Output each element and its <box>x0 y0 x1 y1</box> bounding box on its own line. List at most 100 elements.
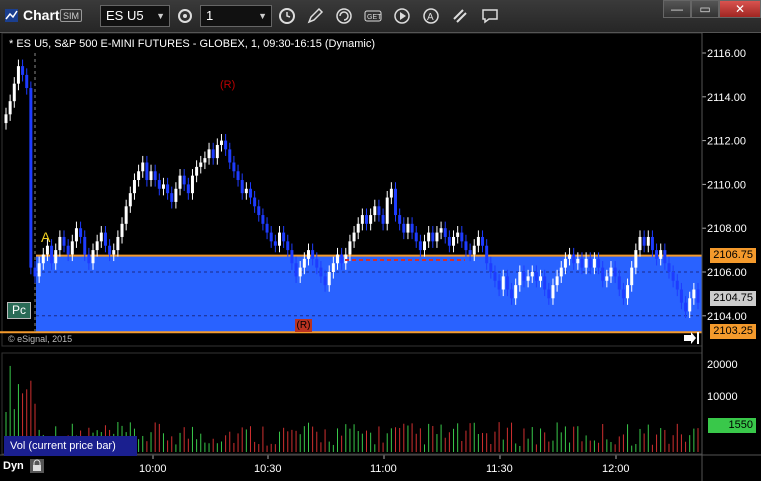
chart-app-icon <box>5 9 18 22</box>
last-price-tag: 2104.75 <box>710 291 756 306</box>
candle-body <box>228 149 232 163</box>
price-chart[interactable]: 2116.00 2114.00 2112.00 2110.00 2108.00 2106.… <box>0 33 761 481</box>
candle-body <box>447 236 451 246</box>
candle-body <box>634 250 638 268</box>
candle-body <box>530 272 534 277</box>
candle-body <box>352 232 356 242</box>
candle-body <box>588 258 592 268</box>
candle-body <box>551 285 555 299</box>
time-tick-label: 10:30 <box>254 463 282 475</box>
close-icon[interactable]: ✕ <box>719 0 761 18</box>
candle-body <box>286 241 290 251</box>
chevron-down-icon[interactable]: ▼ <box>258 6 267 26</box>
candle-body <box>592 258 596 268</box>
candle-body <box>236 171 240 181</box>
sim-badge: SIM <box>60 9 83 22</box>
candle-body <box>423 241 427 251</box>
candle-body <box>290 250 294 264</box>
copyright-text: © eSignal, 2015 <box>8 334 73 344</box>
candle-body <box>302 258 306 268</box>
candle-body <box>137 171 141 181</box>
candle-body <box>248 188 252 198</box>
candle-body <box>617 276 621 290</box>
price-band <box>36 255 702 333</box>
candle-body <box>240 180 244 194</box>
candle-body <box>431 232 435 242</box>
candle-body <box>626 285 630 299</box>
speech-icon[interactable] <box>479 5 501 27</box>
candle-body <box>356 223 360 233</box>
candle-body <box>472 245 476 255</box>
candle-body <box>45 245 49 255</box>
candle-body <box>315 258 319 268</box>
candle-body <box>601 267 605 281</box>
candle-body <box>62 236 66 246</box>
pc-marker[interactable]: Pc <box>7 302 31 319</box>
candle-body <box>460 232 464 242</box>
a-marker: A <box>41 229 51 245</box>
candle-body <box>224 140 228 150</box>
candle-body <box>497 280 501 290</box>
volume-tick-label: 10000 <box>707 391 738 403</box>
chevron-down-icon[interactable]: ▼ <box>156 6 165 26</box>
dynamic-button[interactable]: Dyn <box>3 460 24 472</box>
price-tick-label: 2104.00 <box>707 311 747 323</box>
candle-body <box>373 206 377 216</box>
candle-body <box>468 250 472 255</box>
refresh-icon[interactable] <box>333 5 355 27</box>
candle-body <box>79 228 83 237</box>
candle-body <box>394 188 398 216</box>
candle-body <box>190 175 194 194</box>
candle-body <box>54 250 58 264</box>
candle-body <box>219 140 223 145</box>
candle-body <box>692 289 696 299</box>
play-icon[interactable] <box>391 5 413 27</box>
candle-body <box>439 228 443 233</box>
candle-body <box>360 215 364 224</box>
gear-icon[interactable] <box>174 5 196 27</box>
symbol-input[interactable]: ES U5 ▼ <box>100 5 170 27</box>
candle-body <box>149 171 153 181</box>
get-icon[interactable]: GET <box>362 5 384 27</box>
candle-body <box>116 236 120 251</box>
candle-body <box>87 254 91 264</box>
candle-body <box>170 193 174 202</box>
candle-body <box>543 276 547 290</box>
candle-body <box>253 197 257 207</box>
volume-tag: 1550 <box>708 418 756 433</box>
candle-body <box>489 263 493 272</box>
candle-body <box>128 193 132 207</box>
candle-body <box>340 254 344 264</box>
candle-body <box>50 245 54 264</box>
price-tick-label: 2108.00 <box>707 223 747 235</box>
pencil-icon[interactable] <box>304 5 326 27</box>
candle-body <box>501 276 505 290</box>
candle-body <box>58 236 62 251</box>
clock-icon[interactable] <box>276 5 298 27</box>
restore-icon[interactable]: ▭ <box>691 0 719 18</box>
candle-body <box>402 223 406 233</box>
jump-to-end-icon[interactable] <box>683 332 699 344</box>
alert-icon[interactable]: A <box>420 5 442 27</box>
candle-body <box>12 83 16 102</box>
candle-body <box>365 215 369 224</box>
candle-body <box>66 245 70 255</box>
interval-input[interactable]: 1 ▼ <box>200 5 272 27</box>
candle-body <box>4 114 8 124</box>
candle-body <box>298 267 302 277</box>
candle-body <box>510 289 514 299</box>
candle-body <box>178 175 182 189</box>
candle-body <box>464 241 468 251</box>
candle-body <box>646 236 650 246</box>
candle-body <box>406 223 410 233</box>
candle-body <box>294 263 298 277</box>
candle-body <box>659 250 663 259</box>
candle-body <box>21 66 25 75</box>
candle-body <box>99 232 103 242</box>
lock-icon[interactable] <box>30 459 44 473</box>
minimize-icon[interactable]: — <box>663 0 691 18</box>
time-tick-label: 12:00 <box>602 463 630 475</box>
volume-study-label[interactable]: Vol (current price bar) <box>4 436 137 456</box>
toolbar: Chart SIM ES U5 ▼ 1 ▼ GET A — ▭ ✕ <box>0 0 761 33</box>
link-icon[interactable] <box>449 5 471 27</box>
